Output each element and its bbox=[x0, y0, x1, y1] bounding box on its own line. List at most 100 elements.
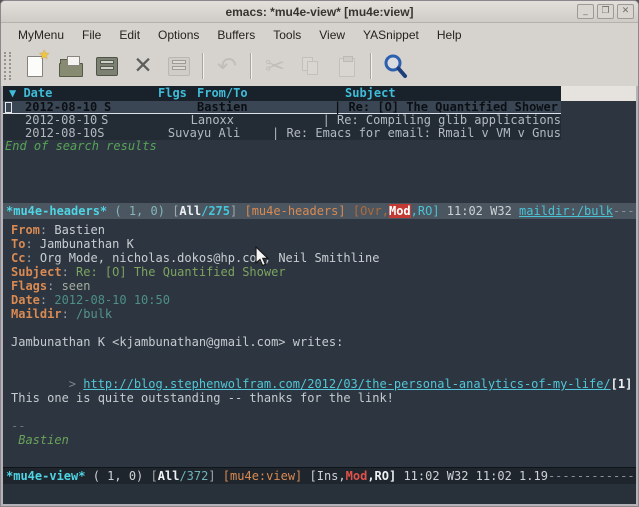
menu-item-file[interactable]: File bbox=[73, 26, 110, 44]
column-header-date[interactable]: Date bbox=[23, 86, 52, 100]
modeline-segment: ( 1, 0) bbox=[107, 204, 172, 218]
undo-icon: ↶ bbox=[217, 54, 237, 78]
field-value: Re: [O] The Quantified Shower bbox=[76, 265, 286, 279]
field-label: Cc bbox=[11, 251, 25, 265]
copy-icon bbox=[301, 56, 321, 76]
menu-item-mymenu[interactable]: MyMenu bbox=[9, 26, 73, 44]
field-subject: Subject: Re: [O] The Quantified Shower bbox=[11, 265, 636, 279]
modeline-segment: [Ovr, bbox=[353, 204, 389, 218]
modeline-segment: 11:02 W32 11:02 1.19 bbox=[403, 469, 548, 483]
toolbar-grip[interactable] bbox=[4, 52, 11, 80]
copy-button bbox=[293, 49, 329, 83]
field-label: Flags bbox=[11, 279, 47, 293]
toolbar: ★ ✕ ↶ ✂ bbox=[1, 46, 638, 86]
toolbar-separator bbox=[370, 53, 372, 79]
menu-item-view[interactable]: View bbox=[310, 26, 354, 44]
modeline-segment: ] bbox=[208, 469, 222, 483]
body-attribution-line: Jambunathan K <kjambunathan@gmail.com> w… bbox=[11, 335, 636, 349]
field-cc: Cc: Org Mode, nicholas.dokos@hp.com, Nei… bbox=[11, 251, 636, 265]
modeline-segment: ,RO] bbox=[411, 204, 447, 218]
cut-scissors-icon: ✂ bbox=[265, 54, 285, 78]
field-value: seen bbox=[62, 279, 91, 293]
sort-descending-icon[interactable]: ▼ bbox=[9, 86, 23, 100]
field-to: To: Jambunathan K bbox=[11, 237, 636, 251]
column-header-from[interactable]: From/To bbox=[197, 86, 345, 101]
field-value[interactable]: /bulk bbox=[76, 307, 112, 321]
emacs-frame: ▼ Date Flgs From/To Subject 2012-08-10 S… bbox=[1, 86, 638, 506]
modeline-segment: ] bbox=[230, 204, 244, 218]
menu-item-yasnippet[interactable]: YASnippet bbox=[354, 26, 428, 44]
menu-item-tools[interactable]: Tools bbox=[264, 26, 310, 44]
field-value: Org Mode, nicholas.dokos@hp.com, Neil Sm… bbox=[40, 251, 380, 265]
window-controls: _ ❐ ✕ bbox=[577, 4, 634, 19]
modeline-segment: All bbox=[179, 204, 201, 218]
modeline-segment: Mod bbox=[346, 469, 368, 483]
field-value: Bastien bbox=[54, 223, 105, 237]
maximize-button[interactable]: ❐ bbox=[597, 4, 614, 19]
save-button[interactable] bbox=[89, 49, 125, 83]
modeline-segment: 11:02 W32 bbox=[447, 204, 519, 218]
row-subject: | Re: [O] The Quantified Shower bbox=[334, 101, 558, 113]
search-magnifier-icon bbox=[382, 53, 409, 80]
modeline-segment: ,RO] bbox=[367, 469, 403, 483]
body-quoted-link-line: > http://blog.stephenwolfram.com/2012/03… bbox=[11, 363, 636, 377]
minibuffer[interactable] bbox=[3, 484, 636, 504]
column-header-flags[interactable]: Flgs bbox=[158, 86, 197, 101]
end-of-search-results: End of search results bbox=[3, 140, 636, 153]
modeline-segment: *mu4e-headers* bbox=[6, 204, 107, 218]
modeline-segment: [ bbox=[151, 469, 158, 483]
modeline-segment: All bbox=[158, 469, 180, 483]
headers-header-line: ▼ Date Flgs From/To Subject bbox=[3, 86, 636, 101]
column-header-subject[interactable]: Subject bbox=[345, 86, 396, 101]
new-file-icon: ★ bbox=[27, 56, 43, 77]
modeline-segment: --------- bbox=[613, 204, 636, 218]
close-button[interactable]: ✕ bbox=[617, 4, 634, 19]
undo-button: ↶ bbox=[209, 49, 245, 83]
emacs-hollow-cursor bbox=[5, 102, 12, 113]
row-flags: S bbox=[104, 101, 197, 113]
menu-item-options[interactable]: Options bbox=[149, 26, 208, 44]
menu-item-edit[interactable]: Edit bbox=[110, 26, 149, 44]
open-folder-icon bbox=[59, 63, 83, 77]
modeline-segment: ( 1, 0) bbox=[85, 469, 150, 483]
row-from: Bastien bbox=[197, 101, 334, 113]
field-flags: Flags: seen bbox=[11, 279, 636, 293]
mode-line-headers: *mu4e-headers* ( 1, 0) [All/275] [mu4e-h… bbox=[3, 203, 636, 219]
modeline-segment: [Ins, bbox=[310, 469, 346, 483]
field-maildir: Maildir: /bulk bbox=[11, 307, 636, 321]
paste-button bbox=[329, 49, 365, 83]
open-file-button[interactable] bbox=[53, 49, 89, 83]
field-from: From: Bastien bbox=[11, 223, 636, 237]
body-text-line: This one is quite outstanding -- thanks … bbox=[11, 391, 636, 405]
modeline-segment: [mu4e:view] bbox=[223, 469, 310, 483]
window-title: emacs: *mu4e-view* [mu4e:view] bbox=[225, 5, 413, 19]
modeline-segment: /372 bbox=[179, 469, 208, 483]
menu-item-buffers[interactable]: Buffers bbox=[208, 26, 264, 44]
link-footnote-ref[interactable]: [1] bbox=[611, 377, 633, 391]
toolbar-separator bbox=[202, 53, 204, 79]
signature-separator: -- bbox=[11, 419, 636, 433]
field-label: Subject bbox=[11, 265, 62, 279]
modeline-segment: maildir:/bulk bbox=[519, 204, 613, 218]
minimize-button[interactable]: _ bbox=[577, 4, 594, 19]
save-icon bbox=[96, 57, 118, 76]
search-button[interactable] bbox=[377, 49, 413, 83]
delete-button[interactable]: ✕ bbox=[125, 49, 161, 83]
field-label: From bbox=[11, 223, 40, 237]
toolbar-separator bbox=[250, 53, 252, 79]
modeline-segment: /275 bbox=[201, 204, 230, 218]
modeline-segment: *mu4e-view* bbox=[6, 469, 85, 483]
menu-item-help[interactable]: Help bbox=[428, 26, 471, 44]
field-label: Maildir bbox=[11, 307, 62, 321]
field-value: 2012-08-10 10:50 bbox=[54, 293, 170, 307]
menu-bar: MyMenu File Edit Options Buffers Tools V… bbox=[1, 23, 638, 46]
save-as-icon bbox=[168, 57, 190, 76]
hyperlink[interactable]: http://blog.stephenwolfram.com/2012/03/t… bbox=[83, 377, 610, 391]
field-value: Jambunathan K bbox=[40, 237, 134, 251]
new-file-button[interactable]: ★ bbox=[17, 49, 53, 83]
modeline-segment: -------------------- bbox=[548, 469, 636, 483]
paste-clipboard-icon bbox=[339, 58, 355, 77]
mode-line-view: *mu4e-view* ( 1, 0) [All/372] [mu4e:view… bbox=[3, 467, 636, 484]
headers-header-line-fields: ▼ Date Flgs From/To Subject bbox=[3, 86, 561, 101]
quote-mark: > bbox=[69, 377, 83, 391]
